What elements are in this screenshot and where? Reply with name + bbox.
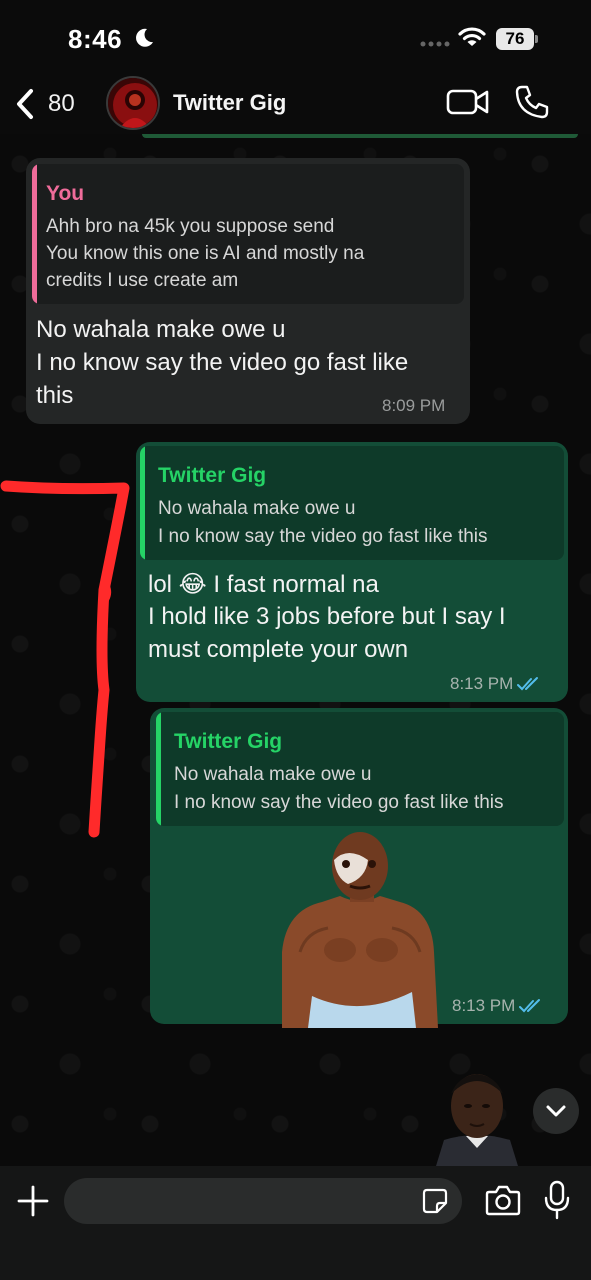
contact-name[interactable]: Twitter Gig (173, 90, 286, 116)
quote-text-line: credits I use create am (46, 270, 239, 291)
message-time: 8:13 PM (450, 674, 514, 693)
video-call-icon[interactable] (446, 86, 490, 118)
battery-level: 76 (496, 28, 534, 50)
message-bubble-outgoing[interactable]: Twitter Gig No wahala make owe u I no kn… (136, 442, 568, 702)
microphone-icon[interactable] (544, 1180, 570, 1220)
chevron-down-icon (546, 1105, 566, 1117)
quote-author: Twitter Gig (158, 464, 267, 487)
message-input-container[interactable] (64, 1178, 462, 1224)
message-time: 8:09 PM (382, 396, 446, 415)
unread-count: 80 (48, 90, 75, 117)
message-text-line: I no know say the video go fast like (36, 349, 409, 376)
status-time: 8:46 (68, 24, 123, 54)
message-composer (0, 1166, 591, 1280)
quote-text-line: Ahh bro na 45k you suppose send (46, 216, 335, 237)
message-input[interactable] (82, 1186, 412, 1216)
quote-text-line: I no know say the video go fast like thi… (174, 792, 504, 813)
read-ticks-icon (517, 677, 539, 691)
chat-header: 80 Twitter Gig (0, 76, 591, 134)
contact-avatar[interactable] (106, 76, 160, 130)
battery-indicator: 76 (496, 28, 540, 50)
read-ticks-icon (519, 999, 541, 1013)
quote-text-line: You know this one is AI and mostly na (46, 243, 365, 264)
quoted-message[interactable]: You Ahh bro na 45k you suppose send You … (32, 164, 464, 304)
scroll-down-button[interactable] (533, 1088, 579, 1134)
message-text-line: must complete your own (148, 636, 409, 663)
plus-icon[interactable] (16, 1184, 50, 1218)
message-text-line: No wahala make owe u (36, 316, 286, 343)
quoted-message[interactable]: Twitter Gig No wahala make owe u I no kn… (140, 446, 564, 560)
chat-area[interactable]: You Ahh bro na 45k you suppose send You … (0, 134, 591, 1166)
message-text-line: this (36, 382, 74, 409)
status-bar: 8:46 76 (0, 0, 591, 76)
red-annotation-drawing (0, 480, 130, 838)
quote-author: You (46, 182, 85, 205)
quote-accent-bar (140, 446, 145, 560)
message-bubble-incoming[interactable]: You Ahh bro na 45k you suppose send You … (26, 158, 470, 424)
quote-text-line: I no know say the video go fast like thi… (158, 526, 488, 547)
quote-accent-bar (32, 164, 37, 304)
quote-text-line: No wahala make owe u (158, 498, 356, 519)
message-text-line: lol 😂 I fast normal na (148, 571, 379, 598)
camera-icon[interactable] (485, 1184, 521, 1216)
wifi-icon (458, 27, 486, 46)
message-meta: 8:13 PM (450, 674, 543, 694)
quote-accent-bar (156, 712, 161, 826)
message-time: 8:13 PM (452, 996, 516, 1015)
battery-tip (535, 35, 538, 43)
signal-icon (420, 41, 450, 47)
avatar-image (108, 78, 158, 128)
back-button[interactable]: 80 (14, 84, 75, 124)
sticker-image[interactable] (282, 832, 438, 1028)
phone-call-icon[interactable] (514, 84, 550, 120)
message-meta: 8:13 PM (452, 996, 545, 1016)
overlay-person-image (436, 1074, 518, 1166)
sticker-icon[interactable] (422, 1188, 448, 1214)
message-text-line: I hold like 3 jobs before but I say I (148, 603, 506, 630)
quote-author: Twitter Gig (174, 730, 283, 753)
back-chevron-icon (17, 89, 33, 119)
previous-message-edge (142, 134, 578, 138)
quoted-message[interactable]: Twitter Gig No wahala make owe u I no kn… (156, 712, 564, 826)
quote-text-line: No wahala make owe u (174, 764, 372, 785)
moon-icon (136, 28, 153, 47)
